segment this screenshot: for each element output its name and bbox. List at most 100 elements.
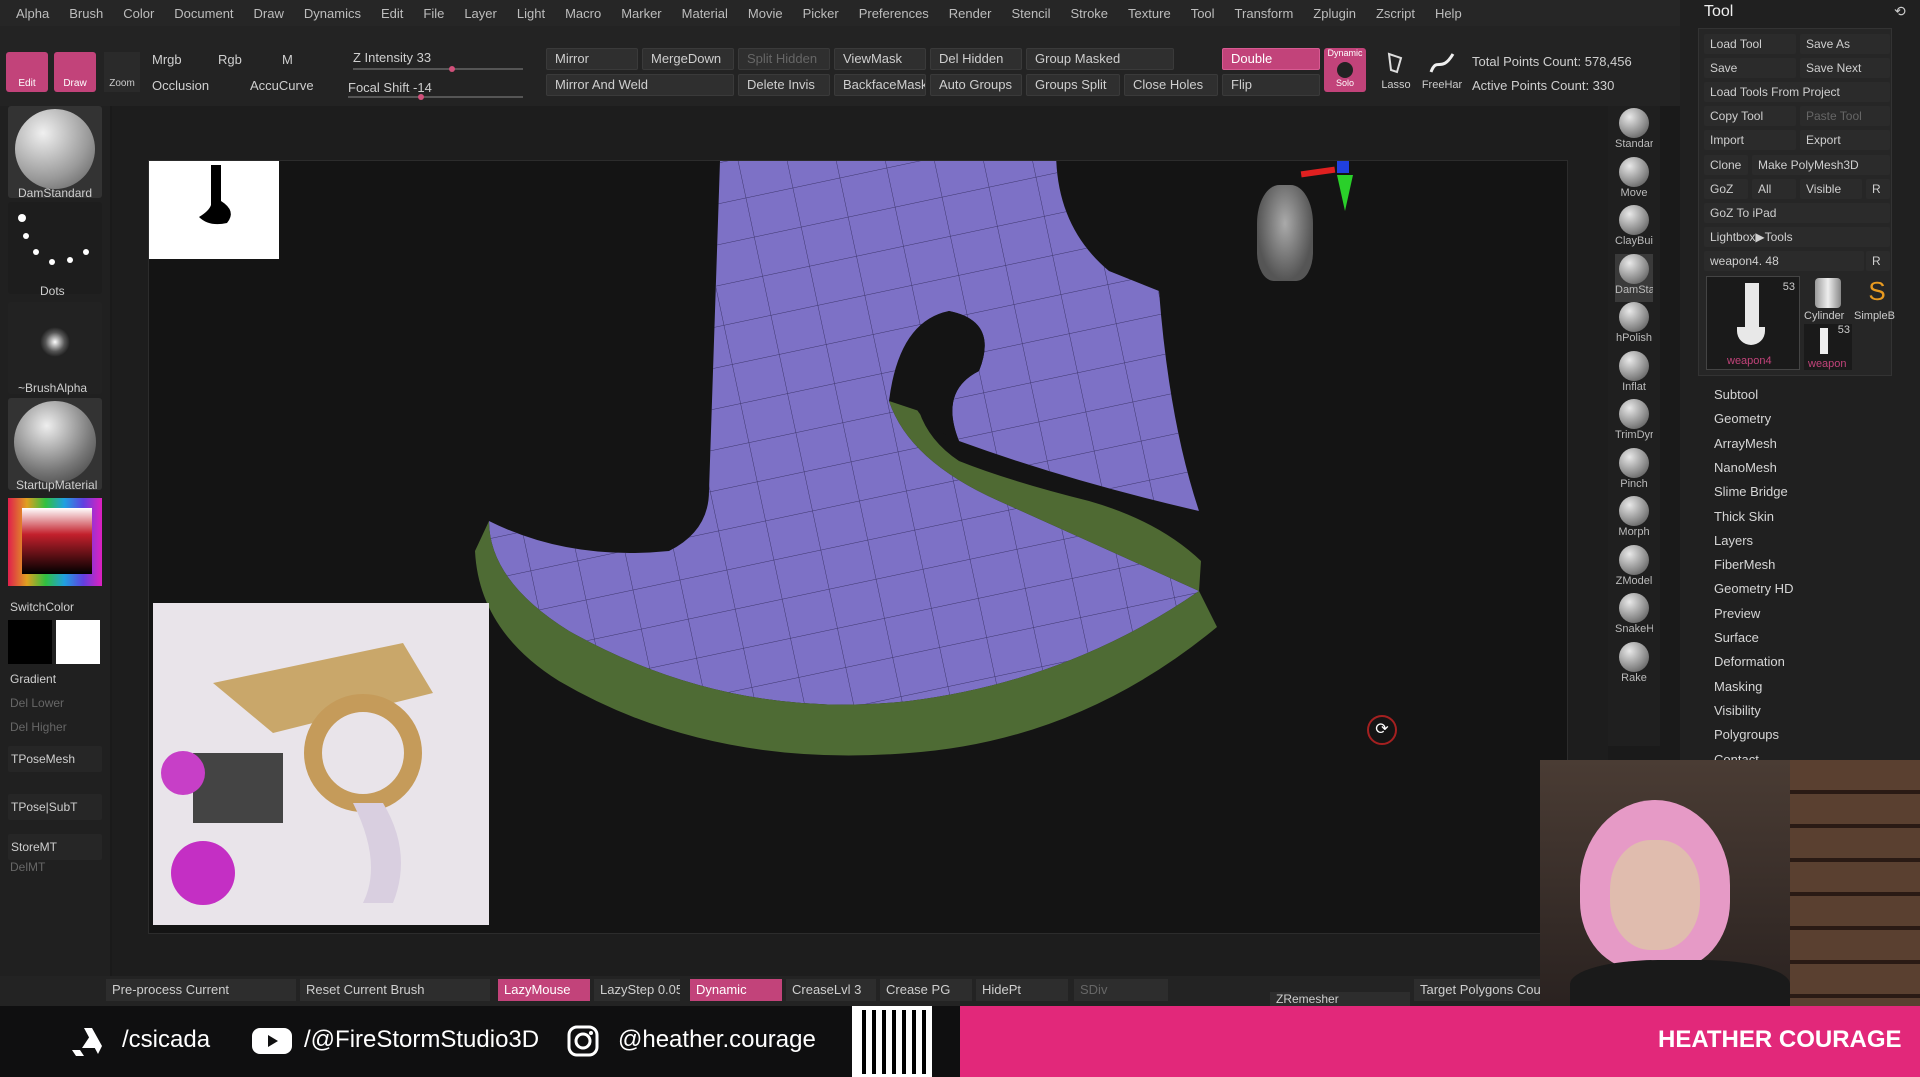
delete-invis-button[interactable]: Delete Invis xyxy=(738,74,830,96)
subpalette-slime-bridge[interactable]: Slime Bridge xyxy=(1714,484,1788,499)
zoom-button[interactable]: Zoom xyxy=(104,52,140,92)
lazymouse-button[interactable]: LazyMouse xyxy=(498,979,590,1001)
menu-stencil[interactable]: Stencil xyxy=(1001,6,1060,21)
mrgb-button[interactable]: Mrgb xyxy=(152,52,182,67)
delmt-button[interactable]: DelMT xyxy=(10,860,45,874)
close-holes-button[interactable]: Close Holes xyxy=(1124,74,1218,96)
goz-all-button[interactable]: All xyxy=(1752,179,1796,199)
mirror-and-weld-button[interactable]: Mirror And Weld xyxy=(546,74,734,96)
export-button[interactable]: Export xyxy=(1800,130,1890,150)
menu-dynamics[interactable]: Dynamics xyxy=(294,6,371,21)
flip-button[interactable]: Flip xyxy=(1222,74,1320,96)
brush-morph[interactable]: Morph xyxy=(1615,496,1653,544)
subpalette-layers[interactable]: Layers xyxy=(1714,533,1753,548)
save-next-button[interactable]: Save Next xyxy=(1800,58,1890,78)
brush-thumbnail[interactable] xyxy=(8,106,102,198)
z-intensity-slider[interactable] xyxy=(353,66,523,72)
backfacemask-button[interactable]: BackfaceMask xyxy=(834,74,926,96)
tool-thumb-weapon[interactable]: 53 weapon xyxy=(1804,324,1852,370)
menu-macro[interactable]: Macro xyxy=(555,6,611,21)
document-canvas[interactable]: ⟳ xyxy=(148,160,1568,934)
brush-rake[interactable]: Rake xyxy=(1615,641,1653,690)
load-from-project-button[interactable]: Load Tools From Project xyxy=(1704,82,1890,102)
brush-trimdyr[interactable]: TrimDyr xyxy=(1615,399,1653,447)
subpalette-geometry[interactable]: Geometry xyxy=(1714,411,1771,426)
dynamic-solo-button[interactable]: Dynamic Solo xyxy=(1324,48,1366,92)
subpalette-geometry-hd[interactable]: Geometry HD xyxy=(1714,581,1793,596)
make-polymesh-button[interactable]: Make PolyMesh3D xyxy=(1752,155,1890,175)
material-thumbnail[interactable] xyxy=(8,398,102,490)
group-masked-button[interactable]: Group Masked xyxy=(1026,48,1174,70)
load-tool-button[interactable]: Load Tool xyxy=(1704,34,1796,54)
menu-edit[interactable]: Edit xyxy=(371,6,413,21)
subpalette-subtool[interactable]: Subtool xyxy=(1714,387,1758,402)
sdiv-slider[interactable]: SDiv xyxy=(1074,979,1168,1001)
tool-close-icon[interactable]: ⟲ xyxy=(1894,3,1906,20)
hidept-button[interactable]: HidePt xyxy=(976,979,1068,1001)
subpalette-thick-skin[interactable]: Thick Skin xyxy=(1714,509,1774,524)
menu-file[interactable]: File xyxy=(413,6,454,21)
orientation-gizmo[interactable] xyxy=(1257,185,1313,281)
creaselvl-slider[interactable]: CreaseLvl 3 xyxy=(786,979,876,1001)
draw-button[interactable]: Draw xyxy=(54,52,96,92)
current-tool-slider[interactable]: weapon4. 48 xyxy=(1704,251,1864,271)
subpalette-deformation[interactable]: Deformation xyxy=(1714,654,1785,669)
auto-groups-button[interactable]: Auto Groups xyxy=(930,74,1022,96)
reset-current-brush-button[interactable]: Reset Current Brush xyxy=(300,979,490,1001)
split-hidden-button[interactable]: Split Hidden xyxy=(738,48,830,70)
clone-button[interactable]: Clone xyxy=(1704,155,1748,175)
main-color-swatch[interactable] xyxy=(8,620,52,664)
brush-snakeh[interactable]: SnakeH xyxy=(1615,593,1653,641)
menu-alpha[interactable]: Alpha xyxy=(6,6,59,21)
brush-claybuil[interactable]: ClayBuil xyxy=(1615,205,1653,253)
brush-zmodel[interactable]: ZModel xyxy=(1615,544,1653,593)
tpose-subt-button[interactable]: TPose|SubT xyxy=(8,794,102,820)
lasso-button[interactable]: Lasso xyxy=(1376,52,1416,96)
tool-thumb-weapon4[interactable]: 53 weapon4 xyxy=(1706,276,1800,370)
brush-pinch[interactable]: Pinch xyxy=(1615,447,1653,496)
menu-tool[interactable]: Tool xyxy=(1181,6,1225,21)
crease-pg-button[interactable]: Crease PG xyxy=(880,979,972,1001)
brush-damsta[interactable]: DamSta xyxy=(1615,253,1653,302)
menu-zscript[interactable]: Zscript xyxy=(1366,6,1425,21)
lazystep-slider[interactable]: LazyStep 0.05 xyxy=(594,979,680,1001)
subpalette-polygroups[interactable]: Polygroups xyxy=(1714,727,1779,742)
goz-visible-button[interactable]: Visible xyxy=(1800,179,1862,199)
menu-help[interactable]: Help xyxy=(1425,6,1472,21)
copy-tool-button[interactable]: Copy Tool xyxy=(1704,106,1796,126)
menu-layer[interactable]: Layer xyxy=(454,6,507,21)
subpalette-masking[interactable]: Masking xyxy=(1714,679,1762,694)
m-button[interactable]: M xyxy=(282,52,293,67)
tool-thumb-cylinder[interactable]: Cylinder xyxy=(1804,276,1852,322)
brush-inflat[interactable]: Inflat xyxy=(1615,350,1653,399)
goz-button[interactable]: GoZ xyxy=(1704,179,1748,199)
menu-texture[interactable]: Texture xyxy=(1118,6,1181,21)
subpalette-nanomesh[interactable]: NanoMesh xyxy=(1714,460,1777,475)
secondary-color-swatch[interactable] xyxy=(56,620,100,664)
menu-brush[interactable]: Brush xyxy=(59,6,113,21)
focal-shift-slider[interactable] xyxy=(348,94,523,100)
menu-draw[interactable]: Draw xyxy=(244,6,294,21)
brush-standar[interactable]: Standar xyxy=(1615,108,1653,156)
groups-split-button[interactable]: Groups Split xyxy=(1026,74,1120,96)
mergedown-button[interactable]: MergeDown xyxy=(642,48,734,70)
import-button[interactable]: Import xyxy=(1704,130,1796,150)
accucurve-button[interactable]: AccuCurve xyxy=(250,78,314,93)
brush-move[interactable]: Move xyxy=(1615,156,1653,205)
subpalette-surface[interactable]: Surface xyxy=(1714,630,1759,645)
target-polygons-slider[interactable]: Target Polygons Cour xyxy=(1414,979,1540,1001)
menu-light[interactable]: Light xyxy=(507,6,555,21)
paste-tool-button[interactable]: Paste Tool xyxy=(1800,106,1890,126)
menu-render[interactable]: Render xyxy=(939,6,1002,21)
menu-movie[interactable]: Movie xyxy=(738,6,793,21)
preprocess-current-button[interactable]: Pre-process Current xyxy=(106,979,296,1001)
viewmask-button[interactable]: ViewMask xyxy=(834,48,926,70)
goz-ipad-button[interactable]: GoZ To iPad xyxy=(1704,203,1890,223)
occlusion-button[interactable]: Occlusion xyxy=(152,78,209,93)
menu-stroke[interactable]: Stroke xyxy=(1060,6,1118,21)
subpalette-fibermesh[interactable]: FiberMesh xyxy=(1714,557,1775,572)
menu-picker[interactable]: Picker xyxy=(793,6,849,21)
goz-r-button[interactable]: R xyxy=(1866,179,1890,199)
menu-material[interactable]: Material xyxy=(672,6,738,21)
switchcolor-label[interactable]: SwitchColor xyxy=(10,600,74,614)
